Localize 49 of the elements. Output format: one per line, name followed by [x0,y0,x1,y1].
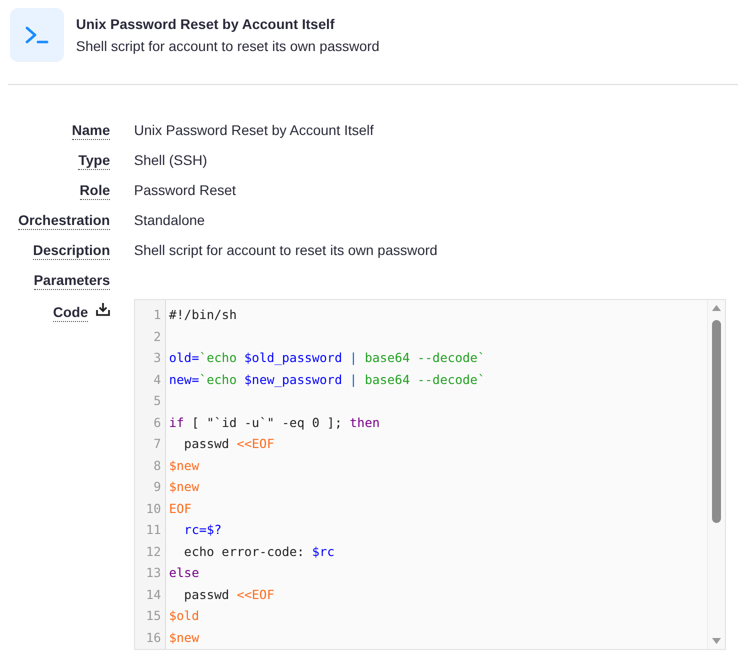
scroll-down-icon[interactable] [712,638,721,644]
line-number: 8 [152,456,161,474]
code-line: passwd <<EOF [183,435,274,453]
line-number: 9 [152,478,161,496]
code-line: rc=$? [183,521,222,539]
line-number: 14 [144,586,161,604]
line-number: 1 [152,306,161,324]
terminal-icon [10,8,64,62]
code-line: passwd <<EOF [183,586,274,604]
line-number: 5 [152,392,161,410]
line-number: 16 [144,628,161,646]
line-number: 4 [152,370,161,388]
field-value: Password Reset [134,181,237,200]
code-line: EOF [169,500,192,518]
field-value: Shell (SSH) [134,151,208,170]
line-number: 10 [144,500,161,518]
code-line: $new [169,456,200,474]
code-line: $old [169,607,200,625]
line-number: 2 [152,328,161,346]
field-label: Parameters [34,270,110,290]
code-line: #!/bin/sh [169,306,237,324]
download-icon[interactable] [96,302,110,316]
code-line: else [169,564,200,582]
field-value: Unix Password Reset by Account Itself [134,121,375,140]
line-number: 11 [144,521,161,539]
line-number: 15 [144,607,161,625]
script-subtitle: Shell script for account to reset its own password [76,38,380,54]
field-value: Standalone [134,211,206,230]
field-value: Shell script for account to reset its own password [134,241,438,260]
field-label: Code [53,302,88,322]
field-label: Type [78,150,110,170]
code-line: new=`echo $new_password | base64 --decode` [169,370,486,389]
line-number: 13 [144,564,161,582]
script-title: Unix Password Reset by Account Itself [76,16,336,32]
code-line: $new [169,478,200,496]
code-line: old=`echo $old_password | base64 --decode` [169,349,486,367]
code-line: echo error-code: $rc [183,542,335,560]
line-number: 12 [144,542,161,560]
field-label: Name [72,120,110,140]
field-label: Description [32,240,110,260]
line-number: 7 [152,435,161,453]
code-line: if [ "`id -u`" -eq 0 ]; then [169,414,380,432]
field-label: Orchestration [18,210,110,230]
line-number: 3 [152,349,161,367]
code-line: $new [169,628,200,646]
code-editor[interactable] [134,299,726,650]
field-label: Role [80,180,110,200]
scroll-up-icon[interactable] [712,305,721,311]
line-number: 6 [152,414,161,432]
